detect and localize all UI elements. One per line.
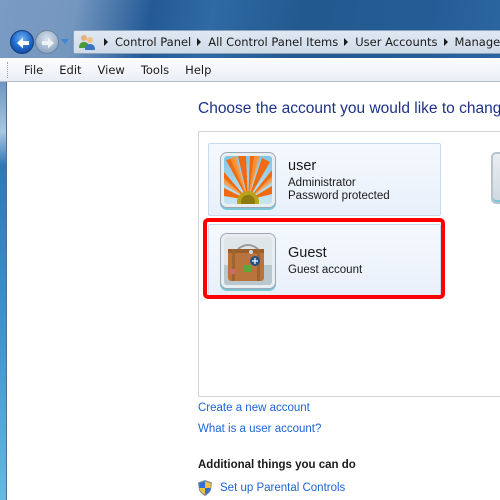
- breadcrumb-separator[interactable]: [104, 38, 108, 46]
- breadcrumb-separator[interactable]: [443, 38, 448, 46]
- breadcrumb-control-panel[interactable]: Control Panel: [115, 35, 191, 49]
- create-new-account-link[interactable]: Create a new account: [198, 402, 310, 414]
- parental-controls-label: Set up Parental Controls: [220, 482, 346, 494]
- forward-button[interactable]: [35, 30, 59, 54]
- breadcrumb-manage-accounts[interactable]: Manage Accounts: [455, 35, 500, 49]
- account-password-status: Password protected: [288, 190, 390, 202]
- breadcrumb-separator[interactable]: [197, 38, 202, 46]
- menu-help[interactable]: Help: [177, 63, 219, 77]
- address-bar[interactable]: Control Panel All Control Panel Items Us…: [73, 30, 500, 54]
- account-tile-partial[interactable]: [491, 152, 500, 204]
- account-name: Guest: [288, 245, 327, 261]
- navigation-pane-edge: [0, 82, 7, 500]
- account-tile-user[interactable]: user Administrator Password protected: [208, 143, 441, 216]
- user-accounts-icon: [78, 33, 96, 51]
- breadcrumb-separator[interactable]: [344, 38, 349, 46]
- menu-bar: File Edit View Tools Help: [0, 58, 500, 82]
- account-type: Administrator: [288, 177, 356, 189]
- uac-shield-icon: [198, 480, 212, 496]
- back-button[interactable]: [10, 30, 34, 54]
- menu-edit[interactable]: Edit: [51, 63, 89, 77]
- orange-flower-picture: [221, 153, 275, 207]
- menu-tools[interactable]: Tools: [133, 63, 177, 77]
- parental-controls-link[interactable]: Set up Parental Controls: [198, 480, 345, 496]
- additional-things-heading: Additional things you can do: [198, 459, 356, 471]
- account-type: Guest account: [288, 264, 363, 276]
- recent-pages-dropdown[interactable]: [61, 39, 69, 44]
- menu-view[interactable]: View: [90, 63, 133, 77]
- account-name: user: [288, 158, 317, 174]
- breadcrumb-user-accounts[interactable]: User Accounts: [355, 35, 437, 49]
- page-title: Choose the account you would like to cha…: [198, 100, 500, 117]
- forward-arrow-icon: [42, 37, 54, 49]
- menu-file[interactable]: File: [16, 63, 51, 77]
- what-is-user-account-link[interactable]: What is a user account?: [198, 423, 321, 435]
- account-tile-guest[interactable]: Guest Guest account: [208, 224, 441, 297]
- back-arrow-icon: [17, 37, 29, 49]
- breadcrumb-all-items[interactable]: All Control Panel Items: [208, 35, 338, 49]
- suitcase-picture: [221, 234, 275, 288]
- menu-grip[interactable]: [7, 61, 10, 78]
